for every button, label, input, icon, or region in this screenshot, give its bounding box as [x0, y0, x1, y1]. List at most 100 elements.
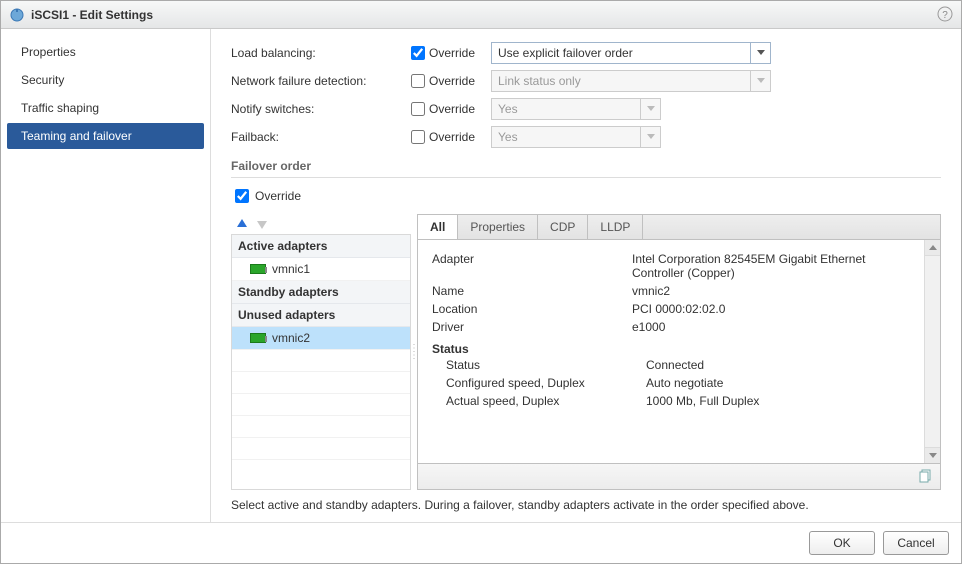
select-network-failure-value: Link status only — [498, 74, 581, 88]
override-notify-switches[interactable]: Override — [411, 102, 491, 116]
tab-cdp[interactable]: CDP — [538, 215, 588, 239]
k-location: Location — [432, 302, 632, 316]
group-standby-adapters: Standby adapters — [232, 281, 410, 304]
list-item — [232, 416, 410, 438]
group-unused-adapters: Unused adapters — [232, 304, 410, 327]
list-item — [232, 350, 410, 372]
override-network-failure[interactable]: Override — [411, 74, 491, 88]
adapter-name: vmnic2 — [272, 331, 310, 345]
chevron-down-icon — [640, 127, 660, 147]
detail-content: AdapterIntel Corporation 82545EM Gigabit… — [418, 240, 924, 463]
select-failback-value: Yes — [498, 130, 518, 144]
failover-content: Active adapters vmnic1 Standby adapters … — [231, 214, 941, 490]
select-network-failure: Link status only — [491, 70, 771, 92]
failover-override-checkbox[interactable] — [235, 189, 249, 203]
v-act-speed: 1000 Mb, Full Duplex — [646, 394, 910, 408]
label-notify-switches: Notify switches: — [231, 102, 411, 116]
k-status: Status — [446, 358, 646, 372]
k-name: Name — [432, 284, 632, 298]
override-load-balancing[interactable]: Override — [411, 46, 491, 60]
detail-column: All Properties CDP LLDP AdapterIntel Cor… — [417, 214, 941, 490]
adapter-name: vmnic1 — [272, 262, 310, 276]
chevron-down-icon — [640, 99, 660, 119]
nic-icon — [250, 264, 266, 274]
status-heading: Status — [432, 342, 910, 356]
select-load-balancing-value: Use explicit failover order — [498, 46, 633, 60]
move-down-button[interactable] — [255, 217, 269, 231]
detail-footer — [417, 464, 941, 490]
adapter-item-vmnic2[interactable]: vmnic2 — [232, 327, 410, 350]
ok-button[interactable]: OK — [809, 531, 875, 555]
tab-lldp[interactable]: LLDP — [588, 215, 643, 239]
override-network-failure-checkbox[interactable] — [411, 74, 425, 88]
select-load-balancing[interactable]: Use explicit failover order — [491, 42, 771, 64]
v-location: PCI 0000:02:02.0 — [632, 302, 910, 316]
list-item — [232, 372, 410, 394]
list-item — [232, 438, 410, 460]
override-text: Override — [429, 130, 475, 144]
help-icon[interactable]: ? — [937, 6, 953, 22]
override-load-balancing-checkbox[interactable] — [411, 46, 425, 60]
row-load-balancing: Load balancing: Override Use explicit fa… — [231, 39, 941, 67]
reorder-controls — [231, 214, 411, 234]
select-notify-switches: Yes — [491, 98, 661, 120]
select-failback: Yes — [491, 126, 661, 148]
override-text: Override — [429, 102, 475, 116]
move-up-button[interactable] — [235, 217, 249, 231]
scroll-down-icon[interactable] — [925, 447, 940, 463]
scroll-up-icon[interactable] — [925, 240, 940, 256]
sidebar: Properties Security Traffic shaping Team… — [1, 29, 211, 522]
cancel-button[interactable]: Cancel — [883, 531, 949, 555]
detail-panel: AdapterIntel Corporation 82545EM Gigabit… — [417, 239, 941, 464]
select-notify-switches-value: Yes — [498, 102, 518, 116]
section-failover-order: Failover order — [231, 159, 941, 178]
copy-icon[interactable] — [918, 468, 934, 484]
v-adapter: Intel Corporation 82545EM Gigabit Ethern… — [632, 252, 910, 280]
nic-icon — [250, 333, 266, 343]
override-failback-checkbox[interactable] — [411, 130, 425, 144]
edit-settings-dialog: iSCSI1 - Edit Settings ? Properties Secu… — [0, 0, 962, 564]
sidebar-item-teaming-failover[interactable]: Teaming and failover — [7, 123, 204, 149]
titlebar: iSCSI1 - Edit Settings ? — [1, 1, 961, 29]
group-active-adapters: Active adapters — [232, 235, 410, 258]
override-text: Override — [255, 189, 301, 203]
tab-all[interactable]: All — [418, 215, 458, 239]
row-network-failure: Network failure detection: Override Link… — [231, 67, 941, 95]
v-status: Connected — [646, 358, 910, 372]
tab-properties[interactable]: Properties — [458, 215, 538, 239]
sidebar-item-security[interactable]: Security — [7, 67, 204, 93]
main-panel: Load balancing: Override Use explicit fa… — [211, 29, 961, 522]
k-conf-speed: Configured speed, Duplex — [446, 376, 646, 390]
button-bar: OK Cancel — [1, 522, 961, 563]
override-notify-switches-checkbox[interactable] — [411, 102, 425, 116]
scrollbar[interactable] — [924, 240, 940, 463]
sidebar-item-traffic-shaping[interactable]: Traffic shaping — [7, 95, 204, 121]
adapter-column: Active adapters vmnic1 Standby adapters … — [231, 214, 411, 490]
chevron-down-icon — [750, 43, 770, 63]
hint-text: Select active and standby adapters. Duri… — [231, 490, 941, 516]
failover-override[interactable]: Override — [231, 178, 941, 214]
label-load-balancing: Load balancing: — [231, 46, 411, 60]
v-driver: e1000 — [632, 320, 910, 334]
k-driver: Driver — [432, 320, 632, 334]
svg-text:?: ? — [942, 10, 948, 21]
override-text: Override — [429, 74, 475, 88]
row-notify-switches: Notify switches: Override Yes — [231, 95, 941, 123]
v-name: vmnic2 — [632, 284, 910, 298]
label-failback: Failback: — [231, 130, 411, 144]
sidebar-item-properties[interactable]: Properties — [7, 39, 204, 65]
app-icon — [9, 7, 25, 23]
list-item — [232, 394, 410, 416]
dialog-body: Properties Security Traffic shaping Team… — [1, 29, 961, 522]
override-failback[interactable]: Override — [411, 130, 491, 144]
adapter-list: Active adapters vmnic1 Standby adapters … — [231, 234, 411, 490]
window-title: iSCSI1 - Edit Settings — [31, 8, 153, 22]
adapter-item-vmnic1[interactable]: vmnic1 — [232, 258, 410, 281]
v-conf-speed: Auto negotiate — [646, 376, 910, 390]
row-failback: Failback: Override Yes — [231, 123, 941, 151]
k-adapter: Adapter — [432, 252, 632, 280]
label-network-failure: Network failure detection: — [231, 74, 411, 88]
override-text: Override — [429, 46, 475, 60]
k-act-speed: Actual speed, Duplex — [446, 394, 646, 408]
chevron-down-icon — [750, 71, 770, 91]
